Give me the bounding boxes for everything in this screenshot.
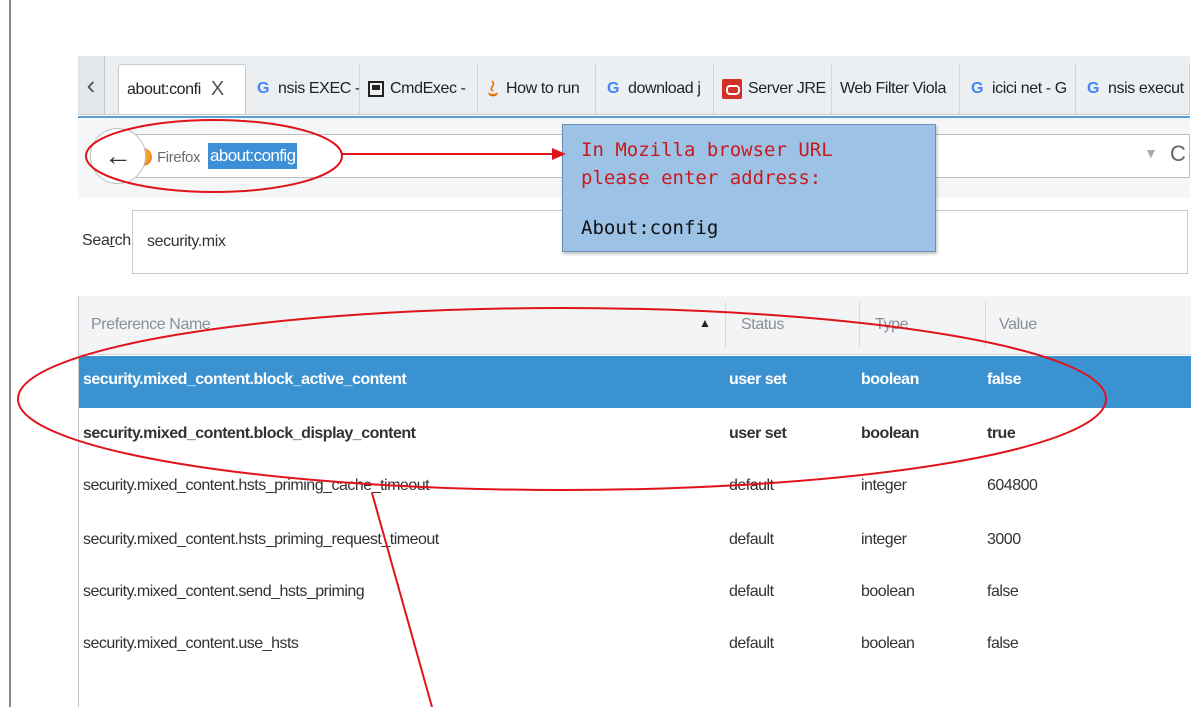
preference-status: default bbox=[729, 635, 774, 652]
preference-value: 604800 bbox=[987, 477, 1038, 494]
tab-label: about:confi bbox=[127, 80, 201, 98]
preference-status: default bbox=[729, 477, 774, 494]
oracle-icon bbox=[722, 79, 742, 99]
google-icon: G bbox=[256, 80, 270, 97]
instruction-callout: In Mozilla browser URL please enter addr… bbox=[562, 124, 936, 252]
preference-name: security.mixed_content.send_hsts_priming bbox=[83, 583, 365, 600]
preference-status: user set bbox=[729, 371, 787, 388]
tab-label: nsis EXEC - bbox=[278, 80, 360, 97]
callout-line-1: In Mozilla browser URL bbox=[581, 139, 833, 161]
preference-value: 3000 bbox=[987, 531, 1021, 548]
preference-value: false bbox=[987, 583, 1019, 600]
column-divider[interactable] bbox=[725, 302, 726, 348]
column-divider[interactable] bbox=[985, 302, 986, 348]
back-arrow-icon: ← bbox=[104, 140, 132, 171]
java-icon bbox=[488, 80, 498, 97]
tab-cmdexec[interactable]: CmdExec - bbox=[360, 64, 478, 114]
google-icon: G bbox=[606, 80, 620, 97]
identity-label: Firefox bbox=[157, 148, 201, 166]
preference-name: security.mixed_content.block_active_cont… bbox=[83, 371, 407, 388]
preference-type: boolean bbox=[861, 635, 915, 652]
table-header: Preference Name ▲ Status Type Value bbox=[79, 296, 1191, 355]
preference-status: default bbox=[729, 583, 774, 600]
preference-status: user set bbox=[729, 425, 787, 442]
preference-name: security.mixed_content.block_display_con… bbox=[83, 425, 416, 442]
tab-scroll-left-button[interactable]: ‹ bbox=[78, 56, 105, 114]
preference-name: security.mixed_content.hsts_priming_requ… bbox=[83, 531, 439, 548]
preference-type: integer bbox=[861, 531, 907, 548]
tab-label: Server JRE ( bbox=[748, 80, 832, 97]
tab-label: nsis execut bbox=[1108, 80, 1184, 97]
preference-name: security.mixed_content.hsts_priming_cach… bbox=[83, 477, 430, 494]
preferences-table: Preference Name ▲ Status Type Value secu… bbox=[78, 296, 1191, 707]
search-label: Search: bbox=[82, 232, 136, 249]
column-header-value[interactable]: Value bbox=[999, 316, 1037, 334]
table-row[interactable]: security.mixed_content.hsts_priming_cach… bbox=[79, 462, 1191, 514]
terminal-icon bbox=[368, 81, 384, 97]
tab-how-to-run[interactable]: How to run bbox=[478, 64, 596, 114]
url-dropdown-icon[interactable]: ▼ bbox=[1144, 145, 1158, 161]
tab-about-config[interactable]: about:confi X bbox=[118, 64, 246, 114]
callout-line-3: About:config bbox=[581, 217, 719, 239]
tab-strip: ‹ about:confi X G nsis EXEC - CmdExec - … bbox=[78, 56, 1190, 115]
tab-label: Web Filter Viola bbox=[840, 80, 946, 97]
reload-icon[interactable]: C bbox=[1170, 141, 1186, 167]
preference-type: boolean bbox=[861, 425, 919, 442]
tab-server-jre[interactable]: Server JRE ( bbox=[714, 64, 832, 114]
tab-icici-net[interactable]: G icici net - G bbox=[960, 64, 1076, 114]
preference-type: integer bbox=[861, 477, 907, 494]
preference-type: boolean bbox=[861, 583, 915, 600]
table-row[interactable]: security.mixed_content.block_display_con… bbox=[79, 410, 1191, 462]
preference-status: default bbox=[729, 531, 774, 548]
tab-label: download j bbox=[628, 80, 701, 97]
table-row[interactable]: security.mixed_content.use_hsts default … bbox=[79, 620, 1191, 672]
table-row[interactable]: security.mixed_content.block_active_cont… bbox=[79, 356, 1191, 408]
column-header-name[interactable]: Preference Name bbox=[91, 316, 211, 334]
url-input[interactable]: about:config bbox=[208, 143, 298, 169]
preference-name: security.mixed_content.use_hsts bbox=[83, 635, 299, 652]
table-row[interactable]: security.mixed_content.hsts_priming_requ… bbox=[79, 516, 1191, 568]
tab-nsis-exec[interactable]: G nsis EXEC - bbox=[246, 64, 360, 114]
preference-value: true bbox=[987, 425, 1016, 442]
column-divider[interactable] bbox=[859, 302, 860, 348]
close-tab-icon[interactable]: X bbox=[211, 78, 224, 101]
preference-value: false bbox=[987, 635, 1019, 652]
tab-download-j[interactable]: G download j bbox=[596, 64, 714, 114]
column-header-type[interactable]: Type bbox=[875, 316, 908, 334]
google-icon: G bbox=[970, 80, 984, 97]
callout-line-2: please enter address: bbox=[581, 167, 822, 189]
column-header-status[interactable]: Status bbox=[741, 316, 784, 334]
google-icon: G bbox=[1086, 80, 1100, 97]
table-row[interactable]: security.mixed_content.send_hsts_priming… bbox=[79, 568, 1191, 620]
tab-label: icici net - G bbox=[992, 80, 1067, 97]
sort-ascending-icon: ▲ bbox=[699, 316, 711, 330]
tab-label: How to run bbox=[506, 80, 580, 97]
back-button[interactable]: ← bbox=[90, 128, 146, 184]
tab-label: CmdExec - bbox=[390, 80, 466, 97]
tab-nsis-execut[interactable]: G nsis execut bbox=[1076, 64, 1190, 114]
tab-web-filter[interactable]: Web Filter Viola bbox=[832, 64, 960, 114]
preference-value: false bbox=[987, 371, 1021, 388]
preference-type: boolean bbox=[861, 371, 919, 388]
left-margin-rule bbox=[9, 0, 11, 707]
